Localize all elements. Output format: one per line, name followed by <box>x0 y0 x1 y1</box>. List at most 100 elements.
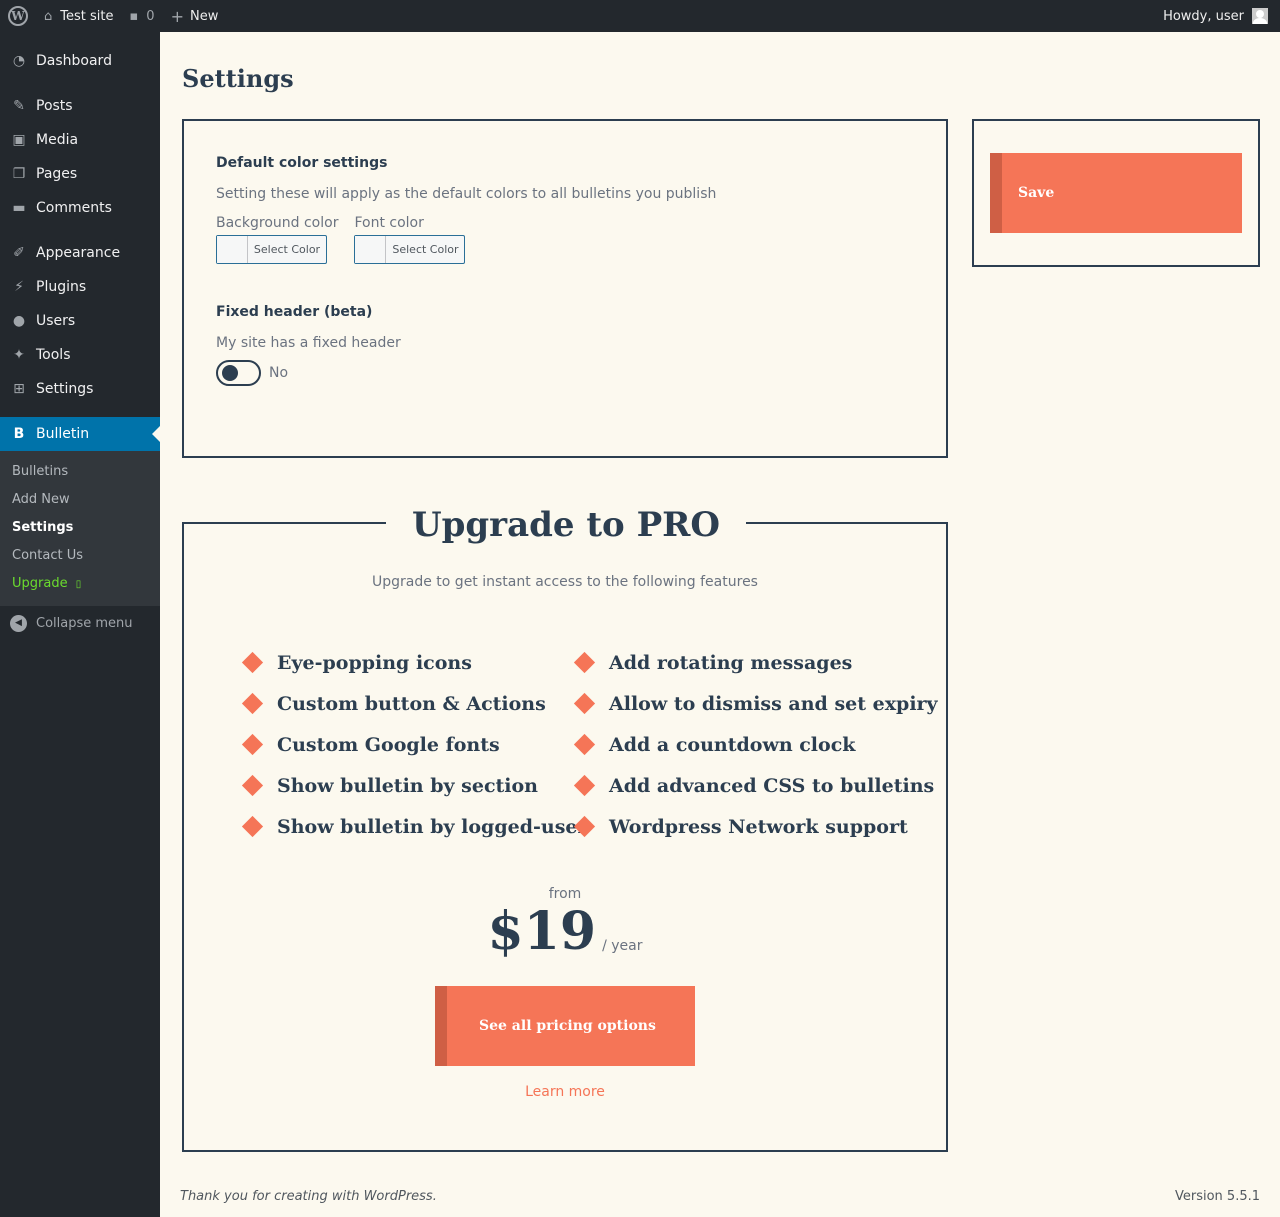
sidebar-item-bulletin[interactable]: B Bulletin <box>0 417 160 451</box>
diamond-icon <box>573 692 596 715</box>
new-content-link[interactable]: + New <box>163 0 227 32</box>
sidebar-item-pages[interactable]: ❐ Pages <box>0 157 160 191</box>
font-color-swatch <box>355 236 387 263</box>
submenu-item-add-new[interactable]: Add New <box>0 486 160 514</box>
select-color-label: Select Color <box>392 243 459 256</box>
feature-text: Custom button & Actions <box>277 692 546 715</box>
wordpress-logo-button[interactable]: W <box>0 0 36 32</box>
media-icon: ▣ <box>12 132 26 148</box>
diamond-icon <box>241 692 264 715</box>
background-color-picker[interactable]: Select Color <box>216 235 327 264</box>
feature-item: Custom Google fonts <box>240 724 572 765</box>
font-color-field: Font color Select Color <box>354 215 466 264</box>
diamond-icon <box>573 733 596 756</box>
admin-bar: W ⌂ Test site ▪ 0 + New Howdy, user <box>0 0 1280 32</box>
feature-text: Add advanced CSS to bulletins <box>609 774 935 797</box>
dashboard-icon: ◔ <box>12 53 26 69</box>
wordpress-logo-icon: W <box>8 6 28 26</box>
background-color-swatch <box>217 236 248 263</box>
sidebar-item-media[interactable]: ▣ Media <box>0 123 160 157</box>
feature-item: Show bulletin by logged-user <box>240 806 588 847</box>
sidebar-item-label: Appearance <box>36 245 121 261</box>
sidebar-item-dashboard[interactable]: ◔ Dashboard <box>0 44 160 78</box>
sidebar-item-comments[interactable]: ▬ Comments <box>0 191 160 225</box>
price-from: from <box>548 886 582 902</box>
comment-icon: ▪ <box>129 8 139 24</box>
save-panel: Save <box>972 119 1260 267</box>
upgrade-label: Upgrade <box>12 576 68 591</box>
diamond-icon <box>573 774 596 797</box>
feature-text: Add rotating messages <box>609 651 853 674</box>
save-button[interactable]: Save <box>990 153 1242 233</box>
sidebar-item-posts[interactable]: ✎ Posts <box>0 89 160 123</box>
feature-column-right: Add rotating messages Allow to dismiss a… <box>572 642 938 847</box>
sidebar-item-label: Tools <box>36 347 71 363</box>
fixed-header-description: My site has a fixed header <box>216 335 401 351</box>
sidebar-item-users[interactable]: ● Users <box>0 304 160 338</box>
feature-text: Add a countdown clock <box>609 733 856 756</box>
submenu-item-upgrade[interactable]: Upgrade ▯ <box>0 570 160 598</box>
feature-item: Eye-popping icons <box>240 642 572 683</box>
feature-text: Wordpress Network support <box>609 815 908 838</box>
see-pricing-button[interactable]: See all pricing options <box>435 986 695 1066</box>
font-color-picker[interactable]: Select Color <box>354 235 466 264</box>
default-color-description: Setting these will apply as the default … <box>216 186 717 202</box>
collapse-menu-button[interactable]: ◀ Collapse menu <box>0 606 160 640</box>
sidebar-item-appearance[interactable]: ✐ Appearance <box>0 236 160 270</box>
sidebar-item-tools[interactable]: ✦ Tools <box>0 338 160 372</box>
submenu-item-bulletins[interactable]: Bulletins <box>0 458 160 486</box>
sidebar-item-label: Dashboard <box>36 53 112 69</box>
avatar <box>1252 8 1268 24</box>
feature-item: Add advanced CSS to bulletins <box>572 765 934 806</box>
select-color-label: Select Color <box>253 243 321 256</box>
feature-item: Allow to dismiss and set expiry <box>572 683 938 724</box>
comments-count: 0 <box>146 8 155 24</box>
comments-link[interactable]: ▪ 0 <box>121 0 162 32</box>
submenu-item-contact-us[interactable]: Contact Us <box>0 542 160 570</box>
diamond-icon <box>241 774 264 797</box>
diamond-icon <box>241 815 264 838</box>
upgrade-panel: Upgrade to PRO Upgrade to get instant ac… <box>182 504 948 1152</box>
sidebar-item-settings[interactable]: ⊞ Settings <box>0 372 160 406</box>
fixed-header-heading: Fixed header (beta) <box>216 304 373 320</box>
button-edge <box>435 986 447 1066</box>
font-color-label: Font color <box>354 215 424 231</box>
sidebar-item-label: Users <box>36 313 76 329</box>
feature-item: Show bulletin by section <box>240 765 572 806</box>
site-name: Test site <box>60 8 114 24</box>
submenu-item-settings[interactable]: Settings <box>0 514 160 542</box>
pages-icon: ❐ <box>12 166 26 182</box>
diamond-icon <box>241 651 264 674</box>
admin-sidebar: ◔ Dashboard ✎ Posts ▣ Media ❐ Pages ▬ Co… <box>0 32 160 1217</box>
diamond-icon <box>573 651 596 674</box>
wrench-icon: ✦ <box>13 347 25 363</box>
pin-icon: ✎ <box>13 98 25 114</box>
background-color-field: Background color Select Color <box>216 215 338 264</box>
sidebar-item-plugins[interactable]: ⚡ Plugins <box>0 270 160 304</box>
feature-text: Allow to dismiss and set expiry <box>609 692 938 715</box>
save-button-label: Save <box>1018 185 1055 201</box>
sidebar-item-label: Comments <box>36 200 112 216</box>
sliders-icon: ⊞ <box>13 381 25 397</box>
site-name-link[interactable]: ⌂ Test site <box>36 0 121 32</box>
user-icon: ● <box>12 313 26 329</box>
plus-icon: + <box>170 6 184 26</box>
see-pricing-label: See all pricing options <box>479 1018 656 1034</box>
diamond-icon <box>573 815 596 838</box>
sidebar-item-label: Pages <box>36 166 78 182</box>
feature-item: Add a countdown clock <box>572 724 904 765</box>
bulletin-icon: B <box>13 426 25 442</box>
feature-column-left: Eye-popping icons Custom button & Action… <box>240 642 588 847</box>
comment-icon: ▬ <box>12 200 26 216</box>
learn-more-link[interactable]: Learn more <box>184 1084 946 1100</box>
diamond-icon <box>241 733 264 756</box>
bulletin-submenu: Bulletins Add New Settings Contact Us Up… <box>0 451 160 606</box>
fixed-header-toggle[interactable] <box>216 360 261 386</box>
background-color-label: Background color <box>216 215 339 231</box>
brush-icon: ✐ <box>13 245 25 261</box>
howdy-text: Howdy, user <box>1163 8 1244 24</box>
plug-icon: ⚡ <box>14 279 24 295</box>
feature-item: Custom button & Actions <box>240 683 572 724</box>
feature-item: Add rotating messages <box>572 642 904 683</box>
account-menu[interactable]: Howdy, user <box>1155 0 1280 32</box>
